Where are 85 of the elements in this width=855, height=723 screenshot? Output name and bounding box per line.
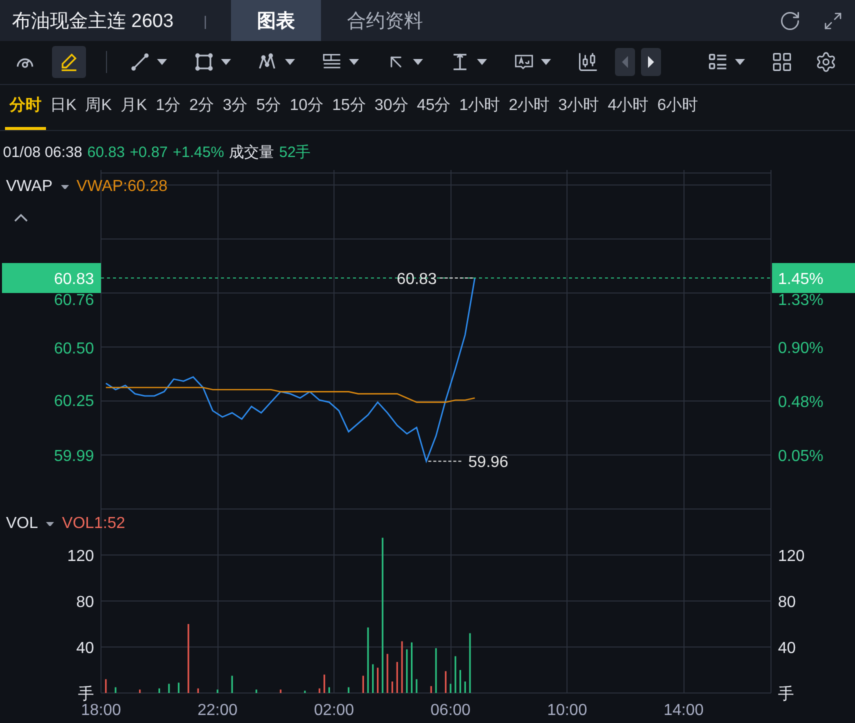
axis-label: 80 xyxy=(76,594,94,611)
indicator-value: VWAP:60.28 xyxy=(76,178,168,196)
caret-icon[interactable] xyxy=(221,59,231,66)
time-label: 10:00 xyxy=(547,702,588,719)
period-tab[interactable]: 2小时 xyxy=(504,84,554,130)
axis-label: 0.90% xyxy=(778,340,824,357)
volume-bar xyxy=(459,670,462,693)
time-label: 14:00 xyxy=(664,702,704,719)
period-tab[interactable]: 2分 xyxy=(184,84,218,130)
period-tab[interactable]: 5分 xyxy=(252,84,286,130)
indicator-value: VOL1:52 xyxy=(62,515,126,533)
volume-bar xyxy=(410,642,413,693)
period-tab[interactable]: 周K xyxy=(80,84,116,130)
settings-icon xyxy=(815,51,837,74)
period-tab[interactable]: 3小时 xyxy=(554,84,604,130)
period-tab[interactable]: 6小时 xyxy=(652,84,702,130)
axis-label: 40 xyxy=(778,640,796,657)
leader-line xyxy=(439,278,476,279)
price-annotation: 59.96 xyxy=(468,454,508,472)
period-tab[interactable]: 4小时 xyxy=(603,84,653,130)
axis-label: 60.76 xyxy=(54,292,94,309)
separator: | xyxy=(204,12,208,31)
period-tab[interactable]: 1分 xyxy=(151,84,185,130)
volume-bar xyxy=(376,668,379,693)
collapse-icon[interactable] xyxy=(14,213,28,222)
time-label: 02:00 xyxy=(314,702,354,719)
period-tab[interactable]: 月K xyxy=(116,84,152,130)
axis-label: 120 xyxy=(67,548,94,566)
axis-label: 40 xyxy=(76,640,94,657)
next-button[interactable] xyxy=(641,48,661,76)
axis-label: 80 xyxy=(778,594,796,611)
caret-icon[interactable] xyxy=(349,59,359,66)
tab[interactable]: 合约资料 xyxy=(321,0,450,41)
price-tag: 60.83 xyxy=(2,263,101,294)
instrument-title: 布油现金主连 2603 xyxy=(11,10,174,34)
volume-bar xyxy=(158,688,160,693)
period-tab[interactable]: 45分 xyxy=(412,84,455,130)
volume-value: 52手 xyxy=(279,142,311,162)
caret-icon[interactable] xyxy=(413,59,423,66)
period-tab[interactable]: 日K xyxy=(46,84,81,130)
caret-icon[interactable] xyxy=(285,59,295,66)
unit-label: 手 xyxy=(78,686,94,703)
period-tab[interactable]: 30分 xyxy=(370,84,413,130)
percent-tag: 1.45% xyxy=(772,263,855,294)
quote-price: 60.83 xyxy=(87,144,125,161)
fullscreen-icon[interactable] xyxy=(823,10,843,30)
time-label: 06:00 xyxy=(430,702,471,719)
axis-label: 60.25 xyxy=(54,393,94,410)
indicator-name[interactable]: VOL xyxy=(6,515,38,533)
unit-label: 手 xyxy=(778,686,794,703)
indicator-name[interactable]: VWAP xyxy=(6,178,53,196)
period-tab[interactable]: 分时 xyxy=(5,84,46,130)
period-tab[interactable]: 10分 xyxy=(285,84,328,130)
line-icon xyxy=(129,51,151,74)
quote-time: 01/08 06:38 xyxy=(3,144,82,161)
period-tab[interactable]: 15分 xyxy=(328,84,370,130)
rectangle-icon xyxy=(193,51,215,74)
refresh-icon[interactable] xyxy=(779,10,801,32)
tab[interactable]: 图表 xyxy=(231,0,322,41)
grid-icon xyxy=(771,51,793,74)
time-label: 22:00 xyxy=(198,702,238,719)
caret-icon[interactable] xyxy=(46,522,54,526)
period-tab[interactable]: 3分 xyxy=(218,84,252,130)
candlestick-icon xyxy=(577,51,599,74)
left-triangle-icon xyxy=(621,56,629,68)
caret-icon[interactable] xyxy=(157,59,167,66)
axis-label: 59.99 xyxy=(54,448,94,465)
caret-icon[interactable] xyxy=(60,184,69,190)
time-label: 18:00 xyxy=(80,702,122,719)
axis-label: 0.05% xyxy=(778,448,824,465)
leader-line xyxy=(428,460,463,462)
caret-icon[interactable] xyxy=(735,59,745,66)
quote-change-percent: +1.45% xyxy=(172,144,224,161)
axis-label: 60.50 xyxy=(54,340,94,358)
axis-label: 0.48% xyxy=(778,394,824,411)
period-tab[interactable]: 1小时 xyxy=(454,84,504,130)
right-triangle-icon xyxy=(647,56,655,68)
volume-label: 成交量 xyxy=(229,142,274,162)
axis-label: 1.33% xyxy=(778,292,824,309)
price-annotation: 60.83 xyxy=(396,271,437,288)
axis-label: 120 xyxy=(778,548,805,566)
quote-change: +0.87 xyxy=(130,144,168,161)
caret-icon[interactable] xyxy=(477,59,487,66)
caret-icon[interactable] xyxy=(541,59,551,66)
tool-button[interactable] xyxy=(52,46,86,78)
